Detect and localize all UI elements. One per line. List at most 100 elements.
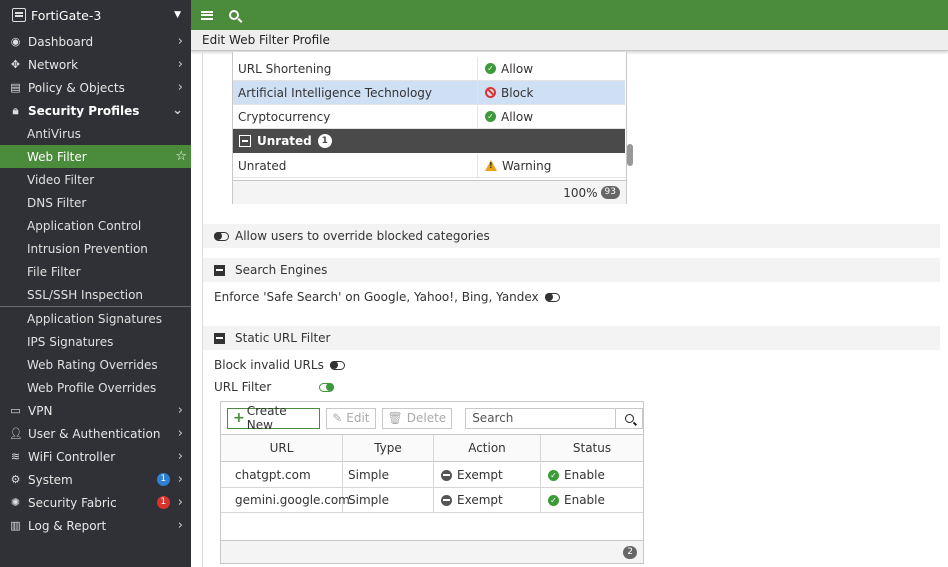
url-cell: chatgpt.com xyxy=(221,463,343,487)
scrollbar-thumb[interactable] xyxy=(627,144,633,166)
profile-form: URL Shortening ✓ Allow Artificial Intelli… xyxy=(202,52,940,567)
dashboard-icon: ◉ xyxy=(10,35,21,48)
vpn-icon: ▭ xyxy=(10,404,21,417)
table-row[interactable]: chatgpt.com Simple Exempt ✓ Enable xyxy=(221,463,643,488)
collapse-icon[interactable] xyxy=(214,264,225,276)
table-row[interactable]: URL Shortening ✓ Allow xyxy=(233,57,625,81)
create-new-button[interactable]: + Create New xyxy=(227,404,321,432)
column-header-action[interactable]: Action xyxy=(434,435,541,461)
edit-icon: ✎ xyxy=(332,411,343,425)
search-button[interactable] xyxy=(615,408,642,428)
sidebar-subitem-ips-signatures[interactable]: IPS Signatures xyxy=(0,330,191,353)
status-label: Enable xyxy=(564,493,605,507)
sidebar-item-vpn[interactable]: ▭ VPN › xyxy=(0,399,191,422)
sidebar-subitem-file-filter[interactable]: File Filter xyxy=(0,260,191,283)
category-action: Block xyxy=(478,86,533,100)
check-icon: ✓ xyxy=(485,111,496,122)
block-invalid-label: Block invalid URLs xyxy=(214,358,324,372)
sidebar-subitem-application-control[interactable]: Application Control xyxy=(0,214,191,237)
block-invalid-urls-option: Block invalid URLs xyxy=(203,353,940,377)
sidebar-item-security-fabric[interactable]: ✺ Security Fabric 1 › xyxy=(0,491,191,514)
safe-search-toggle[interactable] xyxy=(544,292,560,302)
table-row[interactable]: gemini.google.com Simple Exempt ✓ Enable xyxy=(221,488,643,513)
check-icon: ✓ xyxy=(548,469,559,481)
table-row[interactable]: Artificial Intelligence Technology Block xyxy=(233,81,625,105)
collapse-icon[interactable] xyxy=(239,135,251,147)
sidebar-subitem-label: DNS Filter xyxy=(27,195,87,210)
column-header-status[interactable]: Status xyxy=(541,435,643,461)
gear-icon: ⚙ xyxy=(10,473,21,486)
sidebar-item-label: System xyxy=(28,472,73,487)
sidebar-subitem-label: Application Signatures xyxy=(27,311,163,326)
sidebar-subitem-dns-filter[interactable]: DNS Filter xyxy=(0,191,191,214)
table-footer: 2 xyxy=(221,540,643,563)
chart-icon: ▥ xyxy=(10,519,21,532)
category-name: Unrated xyxy=(233,154,478,177)
menu-icon[interactable] xyxy=(201,10,213,20)
action-label: Block xyxy=(501,85,534,100)
safe-search-label: Enforce 'Safe Search' on Google, Yahoo!,… xyxy=(214,290,539,304)
page-title: Edit Web Filter Profile xyxy=(191,30,948,51)
device-name: FortiGate-3 xyxy=(31,7,102,23)
exempt-icon xyxy=(441,469,452,481)
sidebar-item-user-authentication[interactable]: 👤︎ User & Authentication › xyxy=(0,422,191,445)
table-header: URL Type Action Status xyxy=(221,434,643,462)
delete-button[interactable]: 🗑︎ Delete xyxy=(381,407,453,429)
table-row[interactable]: Cryptocurrency ✓ Allow xyxy=(233,105,625,129)
sidebar-item-label: Policy & Objects xyxy=(28,80,125,95)
category-name: URL Shortening xyxy=(233,57,478,80)
search-icon[interactable] xyxy=(229,10,239,20)
block-icon xyxy=(485,87,496,98)
search-engines-header[interactable]: Search Engines xyxy=(203,258,940,282)
action-label: Exempt xyxy=(457,493,503,507)
edit-button[interactable]: ✎ Edit xyxy=(326,407,376,429)
sidebar-item-dashboard[interactable]: ◉ Dashboard › xyxy=(0,30,191,53)
block-invalid-toggle[interactable] xyxy=(329,360,345,370)
group-label: Unrated xyxy=(257,134,312,148)
star-icon[interactable]: ☆ xyxy=(175,149,187,164)
warning-icon xyxy=(485,160,497,171)
url-filter-table: +Create New ✎Edit 🗑︎Delete URL Type Acti… xyxy=(220,401,644,564)
sidebar-subitem-label: AntiVirus xyxy=(27,126,81,141)
search-box xyxy=(465,407,643,429)
sidebar-item-network[interactable]: ✥ Network › xyxy=(0,53,191,76)
count-badge: 93 xyxy=(600,186,620,199)
safe-search-option: Enforce 'Safe Search' on Google, Yahoo!,… xyxy=(203,285,940,309)
sidebar-item-policy-objects[interactable]: ▤ Policy & Objects › xyxy=(0,76,191,99)
sidebar-item-wifi-controller[interactable]: ≋ WiFi Controller › xyxy=(0,445,191,468)
sidebar-subitem-antivirus[interactable]: AntiVirus xyxy=(0,122,191,145)
column-header-type[interactable]: Type xyxy=(343,435,434,461)
sidebar-subitem-intrusion-prevention[interactable]: Intrusion Prevention xyxy=(0,237,191,260)
override-toggle[interactable] xyxy=(214,231,229,241)
search-icon xyxy=(624,413,634,423)
sidebar-subitem-ssl-ssh-inspection[interactable]: SSL/SSH Inspection xyxy=(0,283,191,306)
sidebar-item-label: VPN xyxy=(28,403,53,418)
sidebar-item-system[interactable]: ⚙ System 1 › xyxy=(0,468,191,491)
table-row[interactable]: Unrated Warning xyxy=(233,154,625,178)
category-group-header[interactable]: Unrated 1 xyxy=(233,129,625,153)
sidebar-subitem-video-filter[interactable]: Video Filter xyxy=(0,168,191,191)
scrollbar[interactable] xyxy=(627,52,633,178)
column-header-url[interactable]: URL xyxy=(221,435,343,461)
device-selector[interactable]: FortiGate-3 ▼ xyxy=(0,0,191,30)
plus-icon: + xyxy=(233,410,245,426)
chevron-right-icon: › xyxy=(177,518,183,533)
sidebar-item-log-report[interactable]: ▥ Log & Report › xyxy=(0,514,191,537)
sidebar-item-security-profiles[interactable]: 🔒︎ Security Profiles ⌄ xyxy=(0,99,191,122)
section-title: Static URL Filter xyxy=(235,331,331,345)
url-filter-toggle[interactable] xyxy=(319,382,335,392)
sidebar-subitem-web-filter[interactable]: Web Filter ☆ xyxy=(0,145,191,168)
sidebar-subitem-application-signatures[interactable]: Application Signatures xyxy=(0,307,191,330)
notification-badge: 1 xyxy=(156,496,170,509)
chevron-right-icon: › xyxy=(177,57,183,72)
sidebar-subitem-web-profile-overrides[interactable]: Web Profile Overrides xyxy=(0,376,191,399)
override-label: Allow users to override blocked categori… xyxy=(235,229,490,243)
sidebar-subitem-web-rating-overrides[interactable]: Web Rating Overrides xyxy=(0,353,191,376)
chevron-down-icon: ⌄ xyxy=(172,103,183,118)
collapse-icon[interactable] xyxy=(214,332,225,344)
action-cell: Exempt xyxy=(434,463,541,487)
action-label: Warning xyxy=(502,158,552,173)
search-input[interactable] xyxy=(466,408,615,428)
static-url-filter-header[interactable]: Static URL Filter xyxy=(203,326,940,350)
notification-badge: 1 xyxy=(156,473,170,486)
